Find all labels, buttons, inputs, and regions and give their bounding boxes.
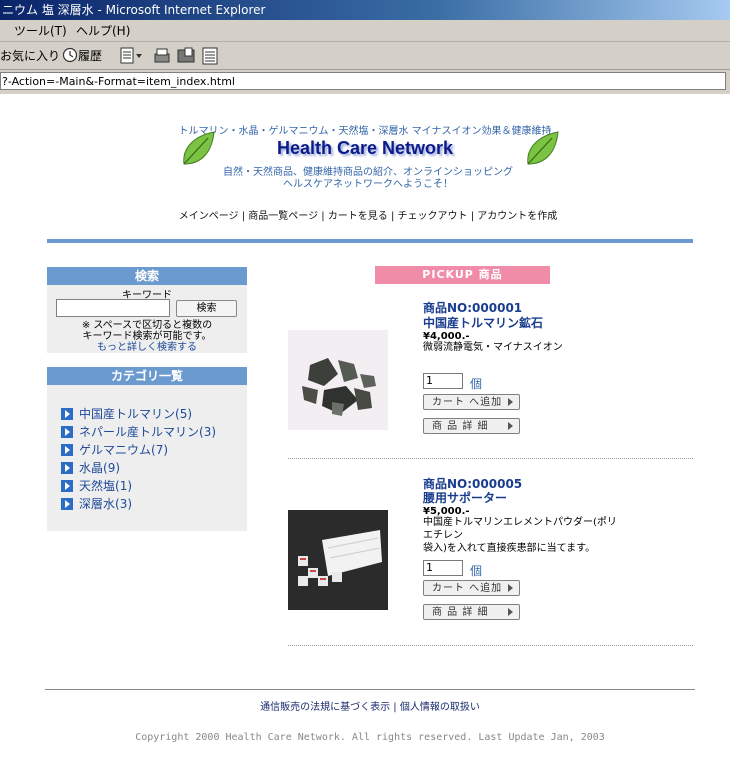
copyright: Copyright 2000 Health Care Network. All … <box>135 732 605 743</box>
footer-divider <box>45 689 695 690</box>
play-arrow-icon <box>508 608 513 616</box>
tourmaline-stone-icon <box>302 358 376 416</box>
play-arrow-icon <box>508 584 513 592</box>
quantity-unit: 個 <box>470 564 483 578</box>
product-name[interactable]: 中国産トルマリン鉱石 <box>423 316 543 331</box>
nav-main-page[interactable]: メインページ <box>179 211 239 222</box>
waist-supporter-icon <box>298 530 382 586</box>
edit-icon[interactable] <box>120 46 146 71</box>
add-to-cart-label: カート へ追加 <box>432 583 503 594</box>
category-name: 中国産トルマリン <box>79 407 176 421</box>
product-description-line1: 中国産トルマリンエレメントパウダー(ポリエチレン <box>423 517 617 541</box>
arrow-right-icon <box>61 498 73 510</box>
document-icon[interactable] <box>200 46 220 71</box>
site-subtitle-line1: 自然・天然商品、健康維持商品の紹介、オンラインショッピング <box>223 167 513 178</box>
product-detail-button[interactable]: 商 品 詳 細 <box>423 604 520 620</box>
category-name: 天然塩 <box>79 479 116 493</box>
quantity-input[interactable]: 1 <box>423 373 463 389</box>
site-tagline: トルマリン・水晶・ゲルマニウム・天然塩・深層水 マイナスイオン効果＆健康維持 <box>178 126 552 137</box>
favorites-button[interactable]: お気に入り <box>0 47 60 65</box>
pickup-heading: PICKUP 商品 <box>375 266 550 284</box>
add-to-cart-button[interactable]: カート へ追加 <box>423 394 520 410</box>
category-heading: カテゴリ一覧 <box>47 367 247 385</box>
category-name: ゲルマニウム <box>79 443 152 457</box>
footer-link-privacy[interactable]: 個人情報の取扱い <box>400 702 480 713</box>
footer-link-law[interactable]: 通信販売の法規に基づく表示 <box>260 702 390 713</box>
add-to-cart-button[interactable]: カート へ追加 <box>423 580 520 596</box>
arrow-right-icon <box>61 444 73 456</box>
history-button[interactable]: 履歴 <box>62 47 102 65</box>
search-heading: 検索 <box>47 267 247 285</box>
arrow-right-icon <box>61 462 73 474</box>
search-box: 検索 キーワード 検索 ※ スペースで区切ると複数の キーワード検索が可能です。… <box>47 267 247 353</box>
category-count: (1) <box>115 479 133 493</box>
site-subtitle: 自然・天然商品、健康維持商品の紹介、オンラインショッピング ヘルスケアネットワー… <box>0 167 730 191</box>
category-item[interactable]: ゲルマニウム(7) <box>61 442 168 458</box>
arrow-right-icon <box>61 426 73 438</box>
category-name: ネパール産トルマリン <box>79 425 200 439</box>
category-item[interactable]: 水晶(9) <box>61 460 120 476</box>
product-image[interactable] <box>288 330 388 430</box>
site-subtitle-line2: ヘルスケアネットワークへようこそ！ <box>283 179 453 190</box>
advanced-search-link[interactable]: もっと詳しく検索する <box>47 342 247 353</box>
footer-links: 通信販売の法規に基づく表示 | 個人情報の取扱い <box>260 702 480 713</box>
header-divider <box>47 239 693 243</box>
category-count: (3) <box>115 497 133 511</box>
nav-create-account[interactable]: アカウントを作成 <box>477 211 557 222</box>
arrow-right-icon <box>61 408 73 420</box>
category-item[interactable]: 天然塩(1) <box>61 478 132 494</box>
category-name: 水晶 <box>79 461 104 475</box>
category-name: 深層水 <box>79 497 116 511</box>
window-title-bar: ニウム 塩 深層水 - Microsoft Internet Explorer <box>0 0 730 20</box>
product-divider <box>288 458 693 459</box>
print-icon[interactable] <box>152 46 172 71</box>
nav-checkout[interactable]: チェックアウト <box>398 211 468 222</box>
product-description: 中国産トルマリンエレメントパウダー(ポリエチレン 袋入)を入れて直接疾患部に当て… <box>423 516 623 555</box>
category-count: (9) <box>103 461 121 475</box>
product-image[interactable] <box>288 510 388 610</box>
address-input[interactable]: ?-Action=-Main&-Format=item_index.html <box>0 72 726 90</box>
category-box: カテゴリ一覧 中国産トルマリン(5) ネパール産トルマリン(3) ゲルマニウム(… <box>47 367 247 531</box>
category-item[interactable]: 中国産トルマリン(5) <box>61 406 192 422</box>
product-description: 微弱流静電気・マイナスイオン <box>423 342 563 353</box>
add-to-cart-label: カート へ追加 <box>432 397 503 408</box>
search-input[interactable] <box>56 299 170 317</box>
mail-icon[interactable] <box>176 46 196 71</box>
site-logo[interactable]: Health Care Network <box>0 138 730 159</box>
product-divider <box>288 645 693 646</box>
history-label: 履歴 <box>78 49 103 63</box>
product-number: 商品NO:000005 <box>423 477 523 491</box>
category-count: (3) <box>199 425 217 439</box>
address-bar: ?-Action=-Main&-Format=item_index.html <box>0 70 730 94</box>
menu-help[interactable]: ヘルプ(H) <box>76 20 130 42</box>
main-nav: メインページ | 商品一覧ページ | カートを見る | チェックアウト | アカ… <box>178 211 558 222</box>
quantity-unit: 個 <box>470 377 483 391</box>
nav-view-cart[interactable]: カートを見る <box>328 211 388 222</box>
category-item[interactable]: 深層水(3) <box>61 496 132 512</box>
product-detail-label: 商 品 詳 細 <box>432 421 489 432</box>
category-item[interactable]: ネパール産トルマリン(3) <box>61 424 216 440</box>
product-description-line2: 袋入)を入れて直接疾患部に当てます。 <box>423 543 596 554</box>
nav-product-list[interactable]: 商品一覧ページ <box>248 211 318 222</box>
menu-tools[interactable]: ツール(T) <box>14 20 67 42</box>
browser-toolbar: お気に入り 履歴 <box>0 42 730 70</box>
product-detail-label: 商 品 詳 細 <box>432 607 489 618</box>
product-name[interactable]: 腰用サポーター <box>423 491 507 506</box>
arrow-right-icon <box>61 480 73 492</box>
quantity-input[interactable]: 1 <box>423 560 463 576</box>
history-icon <box>62 47 78 63</box>
product-detail-button[interactable]: 商 品 詳 細 <box>423 418 520 434</box>
search-note-line2: キーワード検索が可能です。 <box>82 331 212 342</box>
search-note: ※ スペースで区切ると複数の キーワード検索が可能です。 もっと詳しく検索する <box>47 320 247 353</box>
search-button[interactable]: 検索 <box>176 300 237 317</box>
menu-bar: ツール(T) ヘルプ(H) <box>0 20 730 42</box>
category-count: (7) <box>151 443 169 457</box>
category-count: (5) <box>175 407 193 421</box>
search-note-line1: ※ スペースで区切ると複数の <box>81 320 213 331</box>
play-arrow-icon <box>508 398 513 406</box>
play-arrow-icon <box>508 422 513 430</box>
product-number: 商品NO:000001 <box>423 301 523 315</box>
